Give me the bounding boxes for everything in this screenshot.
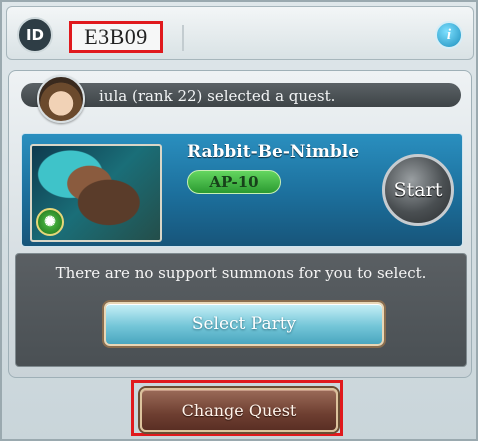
notice-text: iula (rank 22) selected a quest. [99, 87, 336, 105]
room-id-bar: ID E3B09 i [6, 6, 474, 60]
quest-card[interactable]: ✺ Rabbit-Be-Nimble AP-10 Start [21, 133, 463, 247]
start-button[interactable]: Start [382, 154, 454, 226]
multiplayer-room-screen: ID E3B09 i iula (rank 22) selected a que… [0, 0, 478, 441]
player-avatar [37, 75, 85, 123]
info-icon[interactable]: i [435, 21, 463, 49]
wind-element-icon: ✺ [36, 208, 64, 236]
divider [182, 25, 184, 51]
room-code[interactable]: E3B09 [69, 21, 163, 53]
support-message: There are no support summons for you to … [55, 264, 427, 282]
quest-panel: iula (rank 22) selected a quest. ✺ Rabbi… [8, 70, 472, 378]
quest-title: Rabbit-Be-Nimble [187, 142, 360, 162]
change-quest-button[interactable]: Change Quest [140, 388, 338, 432]
ap-cost-badge: AP-10 [187, 170, 281, 194]
id-badge: ID [17, 17, 53, 53]
select-party-button[interactable]: Select Party [104, 302, 384, 346]
support-summon-box: There are no support summons for you to … [15, 253, 467, 367]
